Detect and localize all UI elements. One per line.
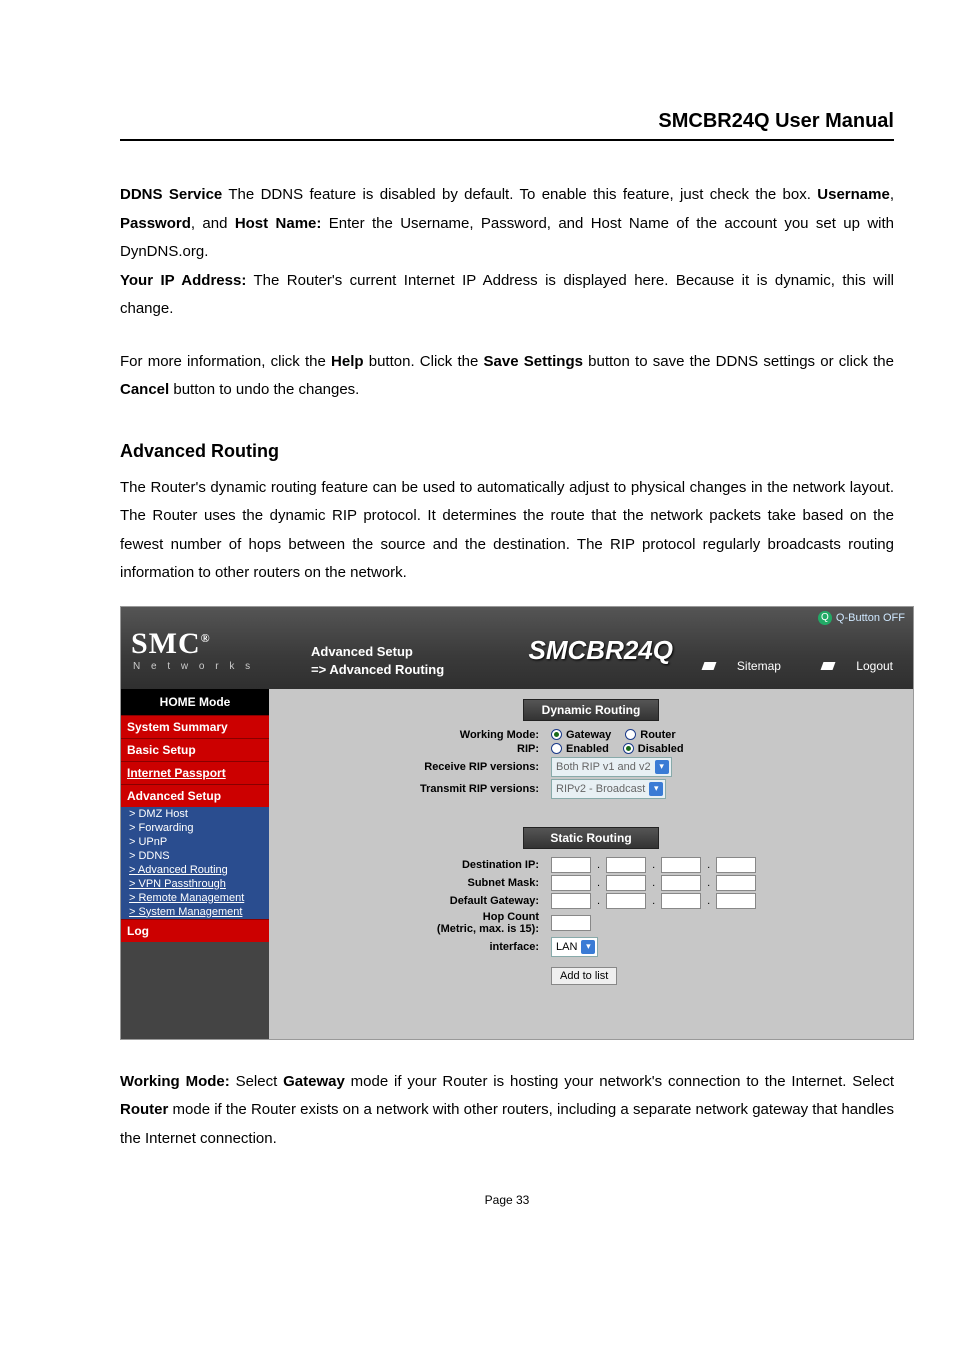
select-value-interface: LAN <box>556 941 577 953</box>
brand-logo: SMC® <box>131 627 211 661</box>
bold-gateway: Gateway <box>283 1073 345 1090</box>
label-subnet-mask: Subnet Mask: <box>269 877 551 889</box>
device-model: SMCBR24Q <box>529 635 673 666</box>
radio-rip-disabled[interactable] <box>623 743 634 754</box>
bold-ddns-service: DDNS Service <box>120 186 222 203</box>
breadcrumb-line2: => Advanced Routing <box>311 661 444 679</box>
sidebar-sub-advanced-routing[interactable]: > Advanced Routing <box>121 863 269 877</box>
sidebar-sub-remote-management[interactable]: > Remote Management <box>121 891 269 905</box>
sidebar-sub-forwarding[interactable]: > Forwarding <box>121 821 269 835</box>
logout-link[interactable]: Logout <box>804 659 893 673</box>
destination-ip-octet-2[interactable] <box>606 857 646 873</box>
label-receive-rip-versions: Receive RIP versions: <box>269 761 551 773</box>
q-button-indicator[interactable]: QQ-Button OFF <box>818 611 905 625</box>
destination-ip-octet-3[interactable] <box>661 857 701 873</box>
breadcrumb: Advanced Setup => Advanced Routing <box>311 643 444 679</box>
chevron-down-icon: ▾ <box>581 940 595 954</box>
sidebar-item-advanced-setup[interactable]: Advanced Setup <box>121 784 269 807</box>
radio-label-gateway: Gateway <box>566 729 611 741</box>
radio-working-mode-gateway[interactable] <box>551 729 562 740</box>
label-interface: interface: <box>269 941 551 953</box>
bold-working-mode: Working Mode: <box>120 1073 230 1090</box>
subnet-mask-octet-1[interactable] <box>551 875 591 891</box>
router-ui-screenshot: SMC® N e t w o r k s Advanced Setup => A… <box>120 606 914 1040</box>
sidebar-sub-ddns[interactable]: > DDNS <box>121 849 269 863</box>
label-transmit-rip-versions: Transmit RIP versions: <box>269 783 551 795</box>
select-value-transmit-rip: RIPv2 - Broadcast <box>556 783 645 795</box>
sidebar-item-internet-passport[interactable]: Internet Passport <box>121 761 269 784</box>
subnet-mask-octet-2[interactable] <box>606 875 646 891</box>
chevron-down-icon: ▾ <box>649 782 663 796</box>
label-hop-count: Hop Count (Metric, max. is 15): <box>269 911 551 935</box>
top-nav-links: Sitemap Logout <box>667 659 893 673</box>
q-button-icon: Q <box>818 611 832 625</box>
doc-paragraph-help: For more information, click the Help but… <box>120 348 894 405</box>
bold-save-settings: Save Settings <box>484 353 583 370</box>
radio-label-enabled: Enabled <box>566 743 609 755</box>
main-content: Dynamic Routing Working Mode: Gateway Ro… <box>269 689 913 1039</box>
sidebar-sub-system-management[interactable]: > System Management <box>121 905 269 919</box>
doc-paragraph-working-mode: Working Mode: Select Gateway mode if you… <box>120 1068 894 1154</box>
bold-password: Password <box>120 215 191 232</box>
radio-rip-enabled[interactable] <box>551 743 562 754</box>
label-destination-ip: Destination IP: <box>269 859 551 871</box>
doc-paragraph-advanced-routing: The Router's dynamic routing feature can… <box>120 474 894 588</box>
hop-count-input[interactable] <box>551 915 591 931</box>
default-gateway-octet-4[interactable] <box>716 893 756 909</box>
label-working-mode: Working Mode: <box>269 729 551 741</box>
sitemap-link[interactable]: Sitemap <box>685 659 781 673</box>
sidebar-sub-dmz-host[interactable]: > DMZ Host <box>121 807 269 821</box>
page-number: Page 33 <box>120 1193 894 1207</box>
section-heading-advanced-routing: Advanced Routing <box>120 441 894 462</box>
bold-hostname: Host Name: <box>235 215 322 232</box>
subnet-mask-octet-4[interactable] <box>716 875 756 891</box>
breadcrumb-line1: Advanced Setup <box>311 643 444 661</box>
sidebar-item-basic-setup[interactable]: Basic Setup <box>121 738 269 761</box>
brand-sublabel: N e t w o r k s <box>133 661 254 672</box>
section-title-static-routing: Static Routing <box>523 827 659 849</box>
bold-router: Router <box>120 1101 168 1118</box>
radio-working-mode-router[interactable] <box>625 729 636 740</box>
bold-your-ip: Your IP Address: <box>120 272 246 289</box>
select-value-receive-rip: Both RIP v1 and v2 <box>556 761 651 773</box>
radio-label-router: Router <box>640 729 675 741</box>
label-rip: RIP: <box>269 743 551 755</box>
doc-paragraph-ddns: DDNS Service The DDNS feature is disable… <box>120 181 894 267</box>
bold-cancel: Cancel <box>120 381 169 398</box>
label-default-gateway: Default Gateway: <box>269 895 551 907</box>
bold-help: Help <box>331 353 364 370</box>
sidebar-sub-vpn-passthrough[interactable]: > VPN Passthrough <box>121 877 269 891</box>
sidebar-sub-upnp[interactable]: > UPnP <box>121 835 269 849</box>
ui-topbar: SMC® N e t w o r k s Advanced Setup => A… <box>121 607 913 689</box>
select-transmit-rip-versions[interactable]: RIPv2 - Broadcast ▾ <box>551 779 666 799</box>
chevron-down-icon: ▾ <box>655 760 669 774</box>
doc-header: SMCBR24Q User Manual <box>120 110 894 141</box>
doc-paragraph-ip: Your IP Address: The Router's current In… <box>120 267 894 324</box>
default-gateway-octet-1[interactable] <box>551 893 591 909</box>
select-interface[interactable]: LAN ▾ <box>551 937 598 957</box>
default-gateway-octet-3[interactable] <box>661 893 701 909</box>
sidebar-home-mode[interactable]: HOME Mode <box>121 689 269 715</box>
sidebar-item-system-summary[interactable]: System Summary <box>121 715 269 738</box>
bold-username: Username <box>817 186 890 203</box>
parallelogram-icon <box>701 662 716 670</box>
sidebar-item-log[interactable]: Log <box>121 919 269 942</box>
sidebar: HOME Mode System Summary Basic Setup Int… <box>121 689 269 1039</box>
default-gateway-octet-2[interactable] <box>606 893 646 909</box>
section-title-dynamic-routing: Dynamic Routing <box>523 699 659 721</box>
radio-label-disabled: Disabled <box>638 743 684 755</box>
select-receive-rip-versions[interactable]: Both RIP v1 and v2 ▾ <box>551 757 672 777</box>
add-to-list-button[interactable]: Add to list <box>551 967 617 985</box>
parallelogram-icon <box>821 662 836 670</box>
destination-ip-octet-4[interactable] <box>716 857 756 873</box>
subnet-mask-octet-3[interactable] <box>661 875 701 891</box>
destination-ip-octet-1[interactable] <box>551 857 591 873</box>
